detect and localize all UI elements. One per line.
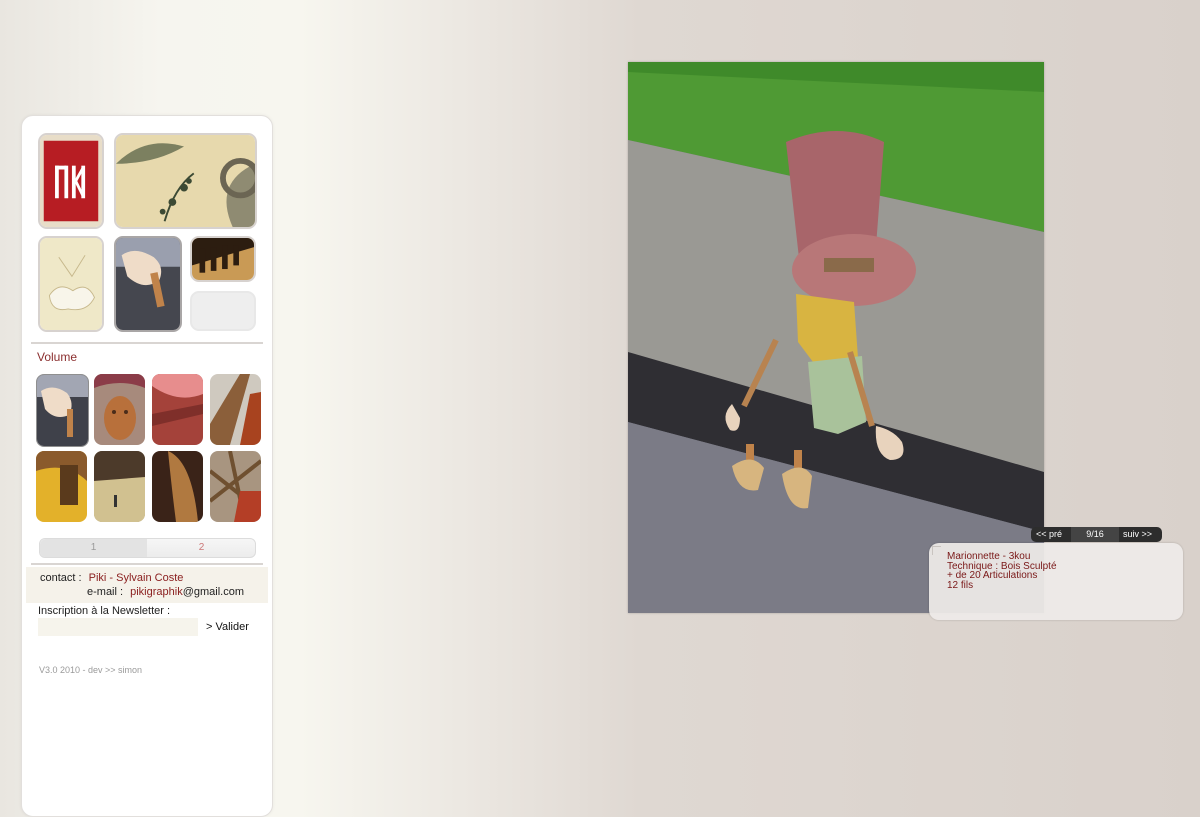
image-navigation: << pré 9/16 suiv >> [1031, 527, 1162, 542]
image-counter: 9/16 [1071, 527, 1119, 542]
thumbnail-hat[interactable] [152, 374, 203, 445]
previous-button[interactable]: << pré [1036, 529, 1062, 539]
illustration-tile[interactable] [114, 133, 257, 229]
thumbnail-drum[interactable] [152, 451, 203, 522]
thumbnail-hand[interactable] [36, 374, 89, 447]
page-2-button[interactable]: 2 [148, 542, 255, 553]
sidebar: Volume 1 2 contact : Piki - Sylvain Cost… [21, 115, 273, 817]
divider [31, 342, 263, 344]
email-line: e-mail : pikigraphik@gmail.com [87, 586, 244, 598]
thumbnail-wood[interactable] [210, 374, 261, 445]
version-footer: V3.0 2010 - dev >> simon [39, 665, 143, 675]
email-user-link[interactable]: pikigraphik [130, 586, 183, 598]
caption-lines: Marionnette - 3kou Technique : Bois Scul… [947, 552, 1057, 590]
cloud-drawing-tile[interactable] [38, 236, 104, 332]
thumbnail-workshop[interactable] [94, 451, 145, 522]
email-label: e-mail : [87, 586, 124, 598]
contact-label: contact : [40, 572, 82, 584]
newsletter-email-input[interactable] [38, 618, 198, 636]
contact-name-link[interactable]: Piki - Sylvain Coste [89, 572, 184, 584]
thumbnail-yellow[interactable] [36, 451, 87, 522]
email-domain[interactable]: @gmail.com [183, 586, 244, 598]
section-title: Volume [37, 350, 78, 364]
caption-corner-icon [932, 546, 941, 555]
thumbnail-face[interactable] [94, 374, 145, 445]
thumbnail-rope[interactable] [210, 451, 261, 522]
contact-box: contact : Piki - Sylvain Coste e-mail : … [26, 567, 268, 603]
empty-tile [190, 291, 256, 331]
caption-strings: 12 fils [947, 579, 974, 591]
divider [31, 563, 263, 565]
image-caption: Marionnette - 3kou Technique : Bois Scul… [929, 543, 1183, 620]
page-1-button[interactable]: 1 [40, 539, 147, 557]
contact-line: contact : Piki - Sylvain Coste [40, 572, 183, 584]
piki-logo-tile[interactable] [38, 133, 104, 229]
pagination: 1 2 [39, 538, 256, 558]
main-photo [628, 62, 1044, 613]
next-button[interactable]: suiv >> [1123, 529, 1152, 539]
puppet-hand-tile[interactable] [114, 236, 182, 332]
puppet-photo [628, 62, 1044, 613]
newsletter-label: Inscription à la Newsletter : [38, 605, 171, 617]
wood-strip-tile[interactable] [190, 236, 256, 282]
newsletter-submit-button[interactable]: > Valider [206, 621, 249, 633]
